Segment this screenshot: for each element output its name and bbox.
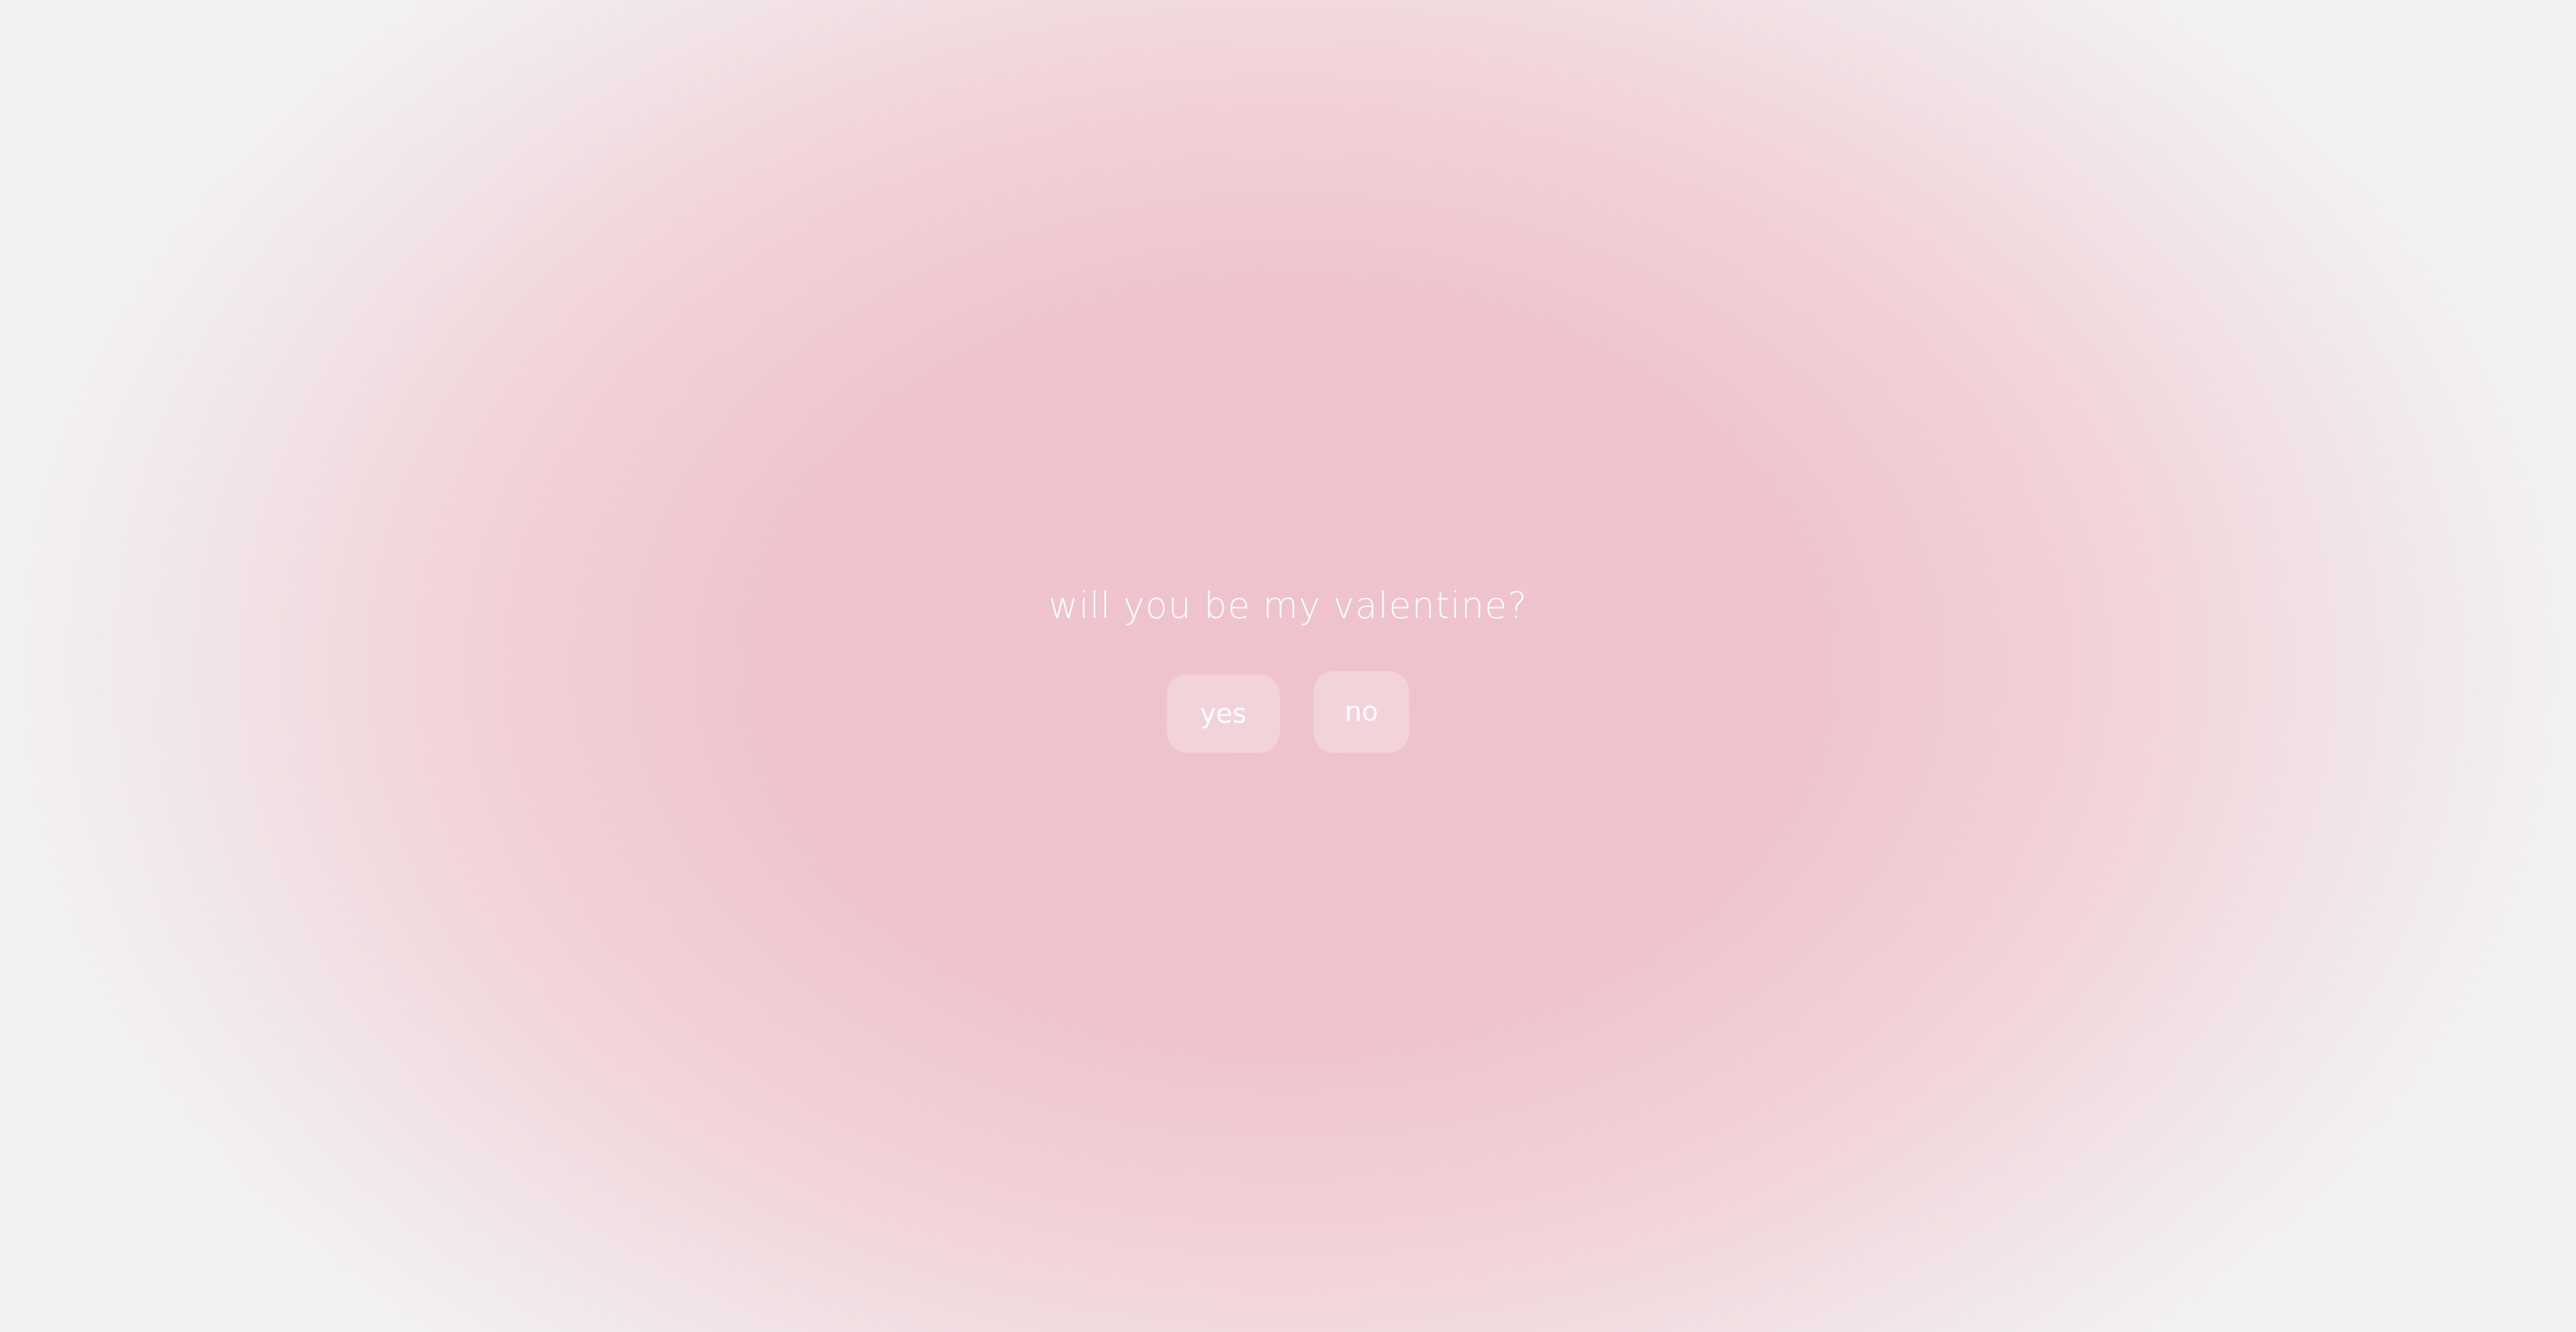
valentine-question: will you be my valentine? xyxy=(1048,584,1528,627)
yes-button[interactable]: yes xyxy=(1167,674,1280,753)
no-button-label: no xyxy=(1345,697,1378,727)
valentine-page: will you be my valentine? yes no xyxy=(0,0,2576,1332)
no-button[interactable]: no xyxy=(1314,671,1409,753)
yes-button-label: yes xyxy=(1200,698,1247,729)
